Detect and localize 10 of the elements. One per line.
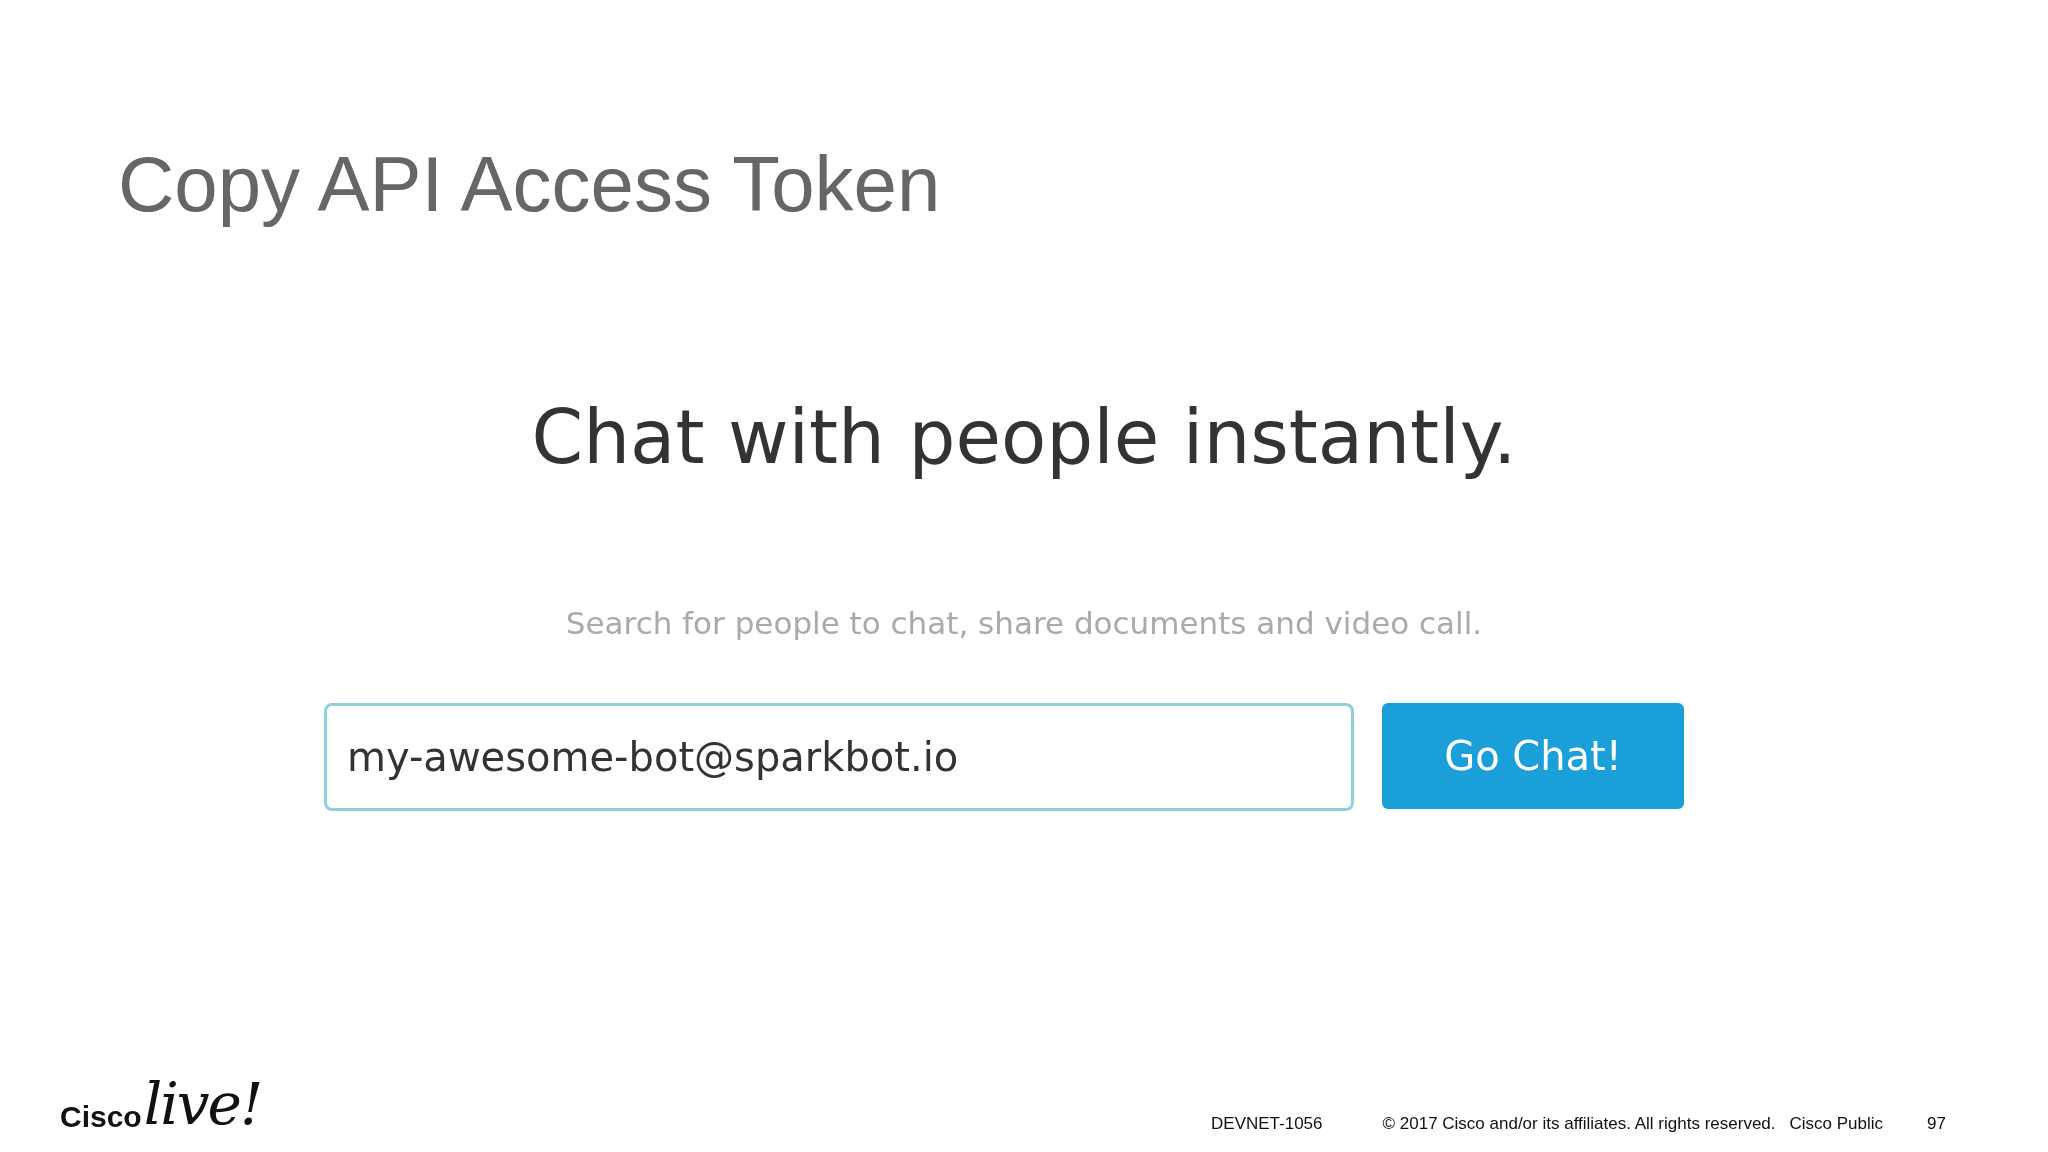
page-number: 97 bbox=[1927, 1114, 1946, 1134]
search-field[interactable]: my-awesome-bot@sparkbot.io bbox=[324, 703, 1354, 811]
slide-title: Copy API Access Token bbox=[118, 140, 942, 228]
page-heading: Chat with people instantly. bbox=[531, 394, 1517, 480]
logo-brand: Cisco bbox=[60, 1100, 142, 1134]
copyright-text: © 2017 Cisco and/or its affiliates. All rights reserved. bbox=[1382, 1114, 1776, 1134]
page-subheading: Search for people to chat, share documents and video call. bbox=[565, 605, 1483, 641]
logo-event: live! bbox=[143, 1074, 262, 1134]
session-code: DEVNET-1056 bbox=[1211, 1114, 1323, 1134]
classification-label: Cisco Public bbox=[1789, 1114, 1884, 1134]
